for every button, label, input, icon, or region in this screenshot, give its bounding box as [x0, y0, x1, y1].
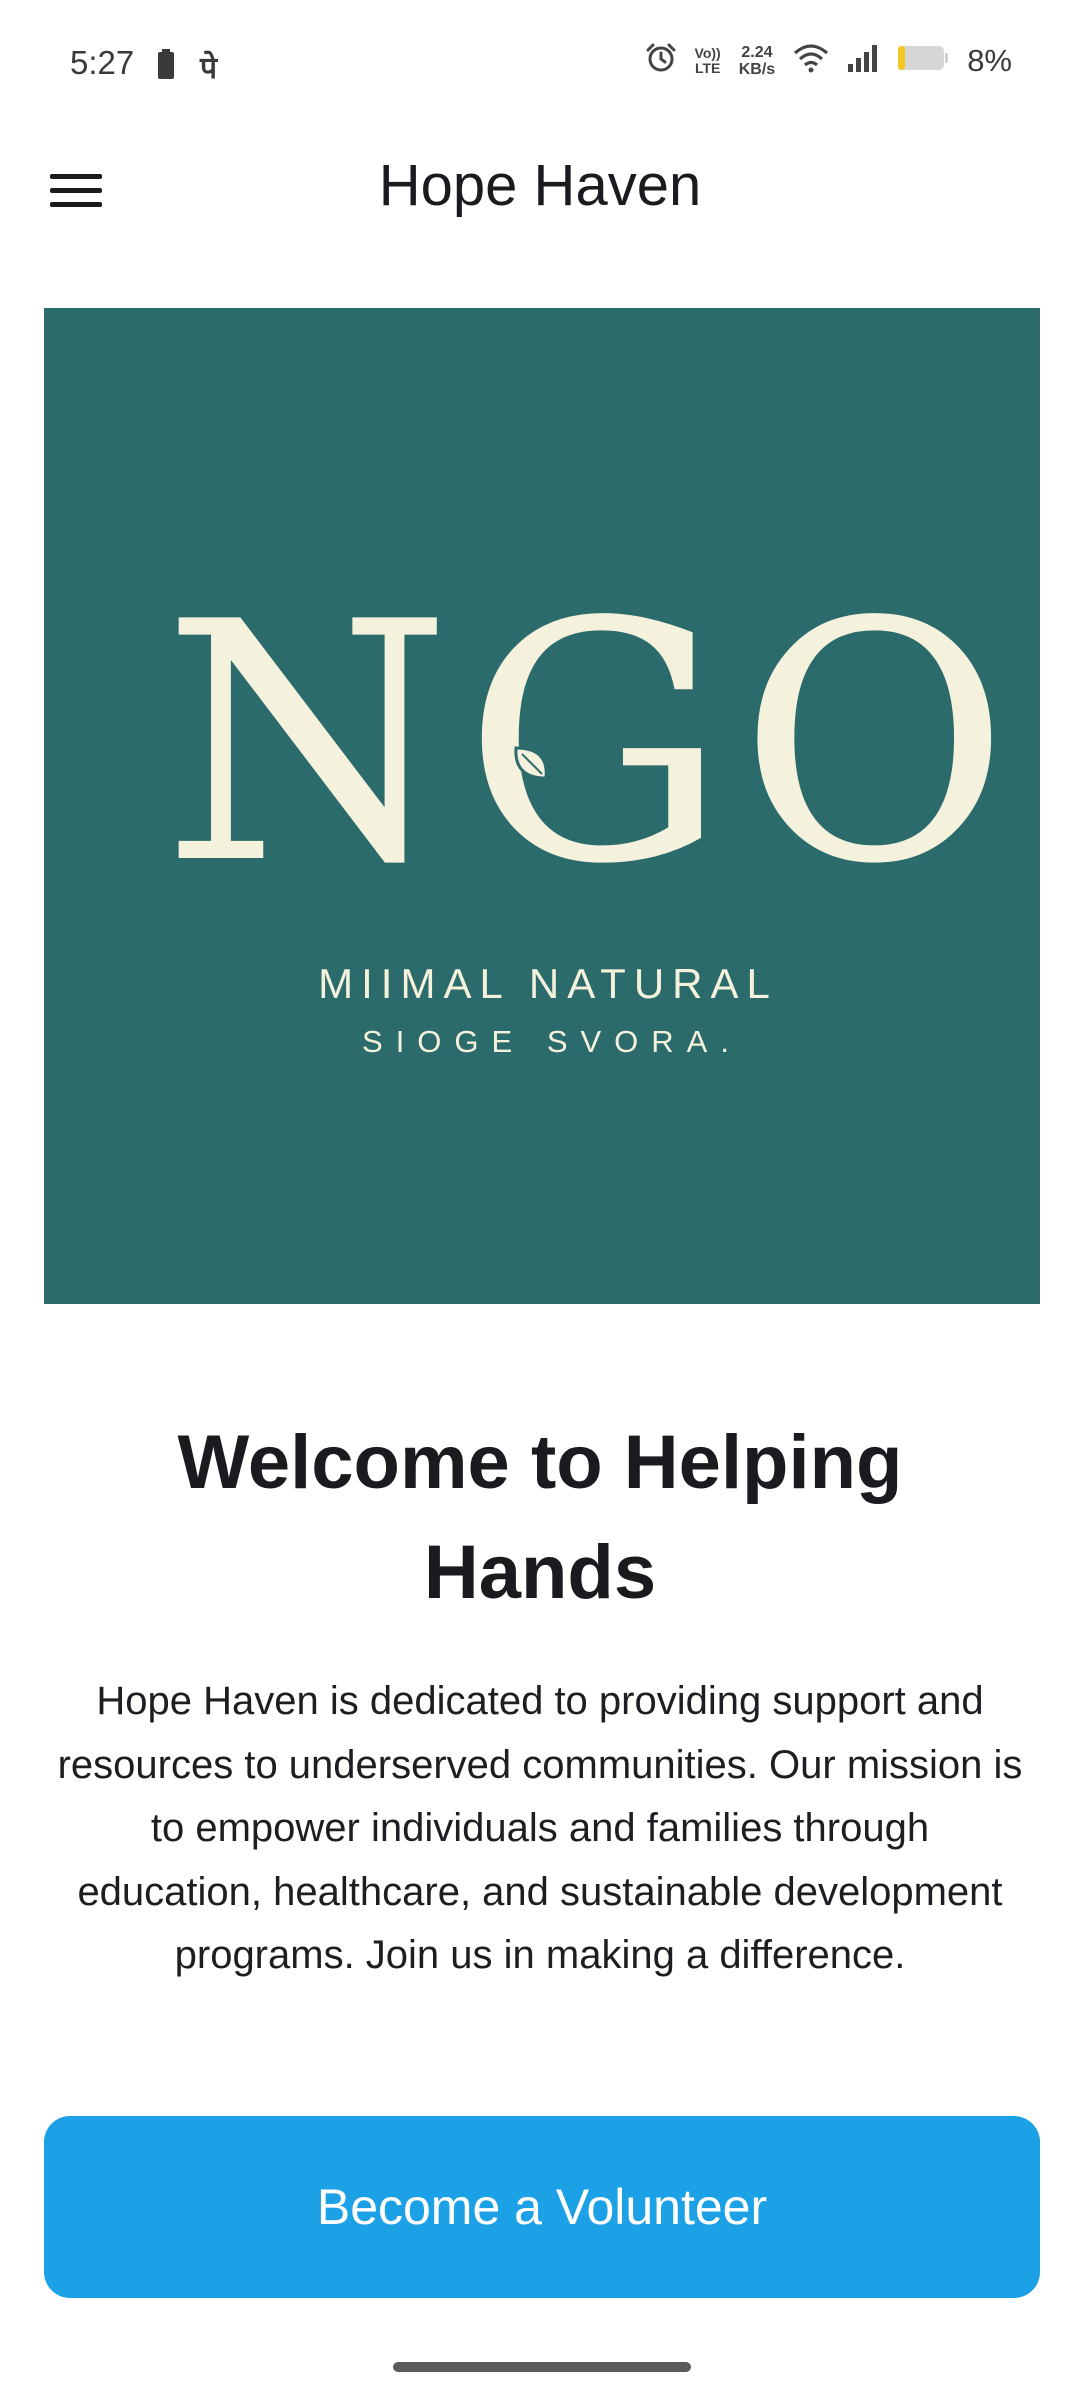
welcome-title: Welcome to Helping Hands — [177, 1420, 903, 1615]
status-right-icons: Vo)) LTE 2.24 KB/s 8% — [645, 42, 1012, 79]
network-speed: 2.24 KB/s — [739, 44, 775, 78]
home-indicator[interactable] — [393, 2362, 691, 2372]
alarm-icon — [645, 42, 677, 79]
battery-saver-icon — [158, 49, 174, 84]
volte-badge: Vo)) LTE — [694, 44, 721, 76]
logo-subtitle-line1: MIIMAL NATURAL — [318, 960, 778, 1007]
become-volunteer-button[interactable]: Become a Volunteer — [44, 2116, 1040, 2298]
status-extra-glyph: पे — [200, 51, 218, 86]
hero-logo-image: NGO MIIMAL NATURAL SIOGE SVORA. — [44, 308, 1040, 1304]
status-time: 5:27 — [70, 44, 135, 81]
battery-percent: 8% — [967, 42, 1012, 78]
status-bar: 5:27 पे Vo)) LTE 2.24 KB/s 8% — [0, 0, 1080, 130]
mission-description: Hope Haven is dedicated to providing sup… — [57, 1679, 1023, 1977]
battery-icon — [897, 44, 949, 77]
app-bar: Hope Haven — [0, 130, 1080, 250]
lte-label: LTE — [694, 59, 721, 76]
signal-icon — [847, 44, 879, 77]
network-speed-unit: KB/s — [738, 60, 776, 78]
logo-subtitle-line2: SIOGE SVORA. — [362, 1024, 742, 1059]
network-speed-value: 2.24 — [741, 43, 773, 61]
volte-label: Vo)) — [694, 44, 721, 61]
wifi-icon — [793, 43, 829, 78]
logo-ngo-text: NGO — [163, 552, 1022, 936]
app-title: Hope Haven — [378, 153, 702, 218]
status-left-icons: पे — [158, 46, 217, 87]
